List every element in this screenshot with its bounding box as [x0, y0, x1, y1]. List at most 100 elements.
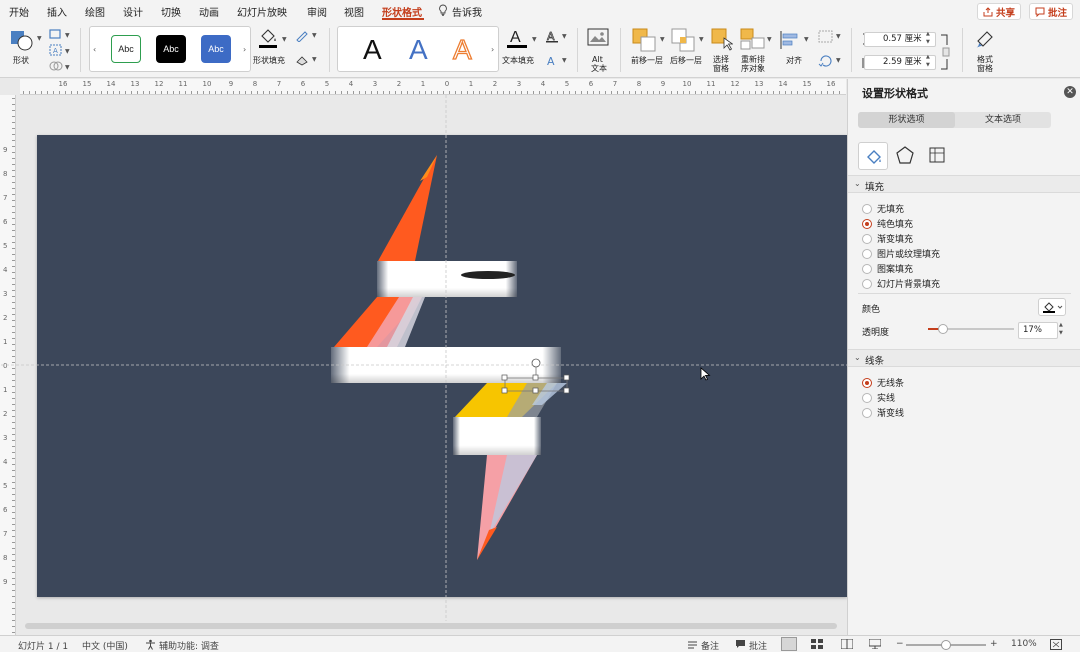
horizontal-scrollbar[interactable]: [25, 623, 837, 629]
align-icon[interactable]: [779, 30, 801, 53]
normal-view-icon[interactable]: [781, 637, 797, 651]
tab-shape-format[interactable]: 形状格式: [382, 4, 422, 19]
radio-button[interactable]: [862, 203, 872, 214]
shape-outline-icon[interactable]: [295, 30, 309, 45]
reorder-objects-icon[interactable]: [740, 28, 766, 55]
chevron-down-icon[interactable]: ▼: [532, 36, 537, 43]
color-picker-button[interactable]: [1038, 298, 1066, 316]
chevron-down-icon[interactable]: ▼: [312, 56, 317, 63]
text-box-icon[interactable]: A: [49, 44, 63, 59]
chevron-down-icon[interactable]: ▼: [312, 32, 317, 39]
stepper-up-icon[interactable]: ▲: [1059, 322, 1063, 328]
chevron-down-icon[interactable]: ▼: [660, 36, 665, 43]
lock-aspect-ratio-icon[interactable]: [940, 32, 950, 75]
stepper-down-icon[interactable]: ▼: [1059, 330, 1063, 336]
fill-section-header[interactable]: ⌄ 填充: [848, 175, 1080, 193]
stepper-up-icon[interactable]: ▲: [926, 31, 930, 37]
text-fill-icon[interactable]: A: [506, 27, 528, 52]
chevron-down-icon[interactable]: ▼: [282, 36, 287, 43]
fill-option-gradient[interactable]: 渐变填充: [862, 232, 913, 245]
format-pane-icon[interactable]: [973, 27, 997, 54]
resize-handle[interactable]: [501, 387, 508, 394]
insert-shape-icon[interactable]: [10, 28, 34, 55]
line-option-solid[interactable]: 实线: [862, 391, 895, 404]
transparency-input[interactable]: 17%: [1018, 322, 1058, 339]
chevron-down-icon[interactable]: ▼: [65, 64, 70, 71]
chevron-down-icon[interactable]: ▼: [804, 36, 809, 43]
zoom-in-button[interactable]: +: [990, 639, 998, 649]
text-outline-icon[interactable]: A: [545, 30, 559, 46]
chevron-left-icon[interactable]: ‹: [93, 45, 96, 54]
zoom-slider-thumb[interactable]: [941, 640, 951, 650]
resize-handle[interactable]: [532, 387, 539, 394]
rotate-icon[interactable]: [818, 54, 834, 71]
shape-style-outline[interactable]: Abc: [111, 35, 141, 63]
wordart-style-orange-outline[interactable]: A: [452, 34, 472, 65]
accessibility-status[interactable]: 辅助功能: 调查: [159, 639, 219, 652]
shape-effects-icon[interactable]: [295, 54, 309, 69]
chevron-down-icon[interactable]: ▼: [65, 32, 70, 39]
tab-animations[interactable]: 动画: [199, 4, 219, 19]
wordart-style-black[interactable]: A: [363, 35, 382, 65]
text-effects-icon[interactable]: A: [545, 54, 559, 70]
fill-option-slide-background[interactable]: 幻灯片背景填充: [862, 277, 940, 290]
radio-button[interactable]: [862, 218, 872, 229]
zoom-out-button[interactable]: −: [896, 639, 904, 649]
stepper-down-icon[interactable]: ▼: [926, 62, 930, 68]
radio-button[interactable]: [862, 263, 872, 274]
fill-option-none[interactable]: 无填充: [862, 202, 904, 215]
send-backward-icon[interactable]: [671, 28, 697, 55]
slideshow-icon[interactable]: [868, 638, 882, 652]
selection-pane-icon[interactable]: [711, 28, 734, 55]
alt-text-icon[interactable]: [587, 28, 611, 53]
bring-forward-icon[interactable]: [632, 28, 658, 55]
size-properties-icon[interactable]: [928, 146, 946, 167]
chevron-right-icon[interactable]: ›: [243, 45, 246, 54]
shape-style-blue[interactable]: Abc: [201, 35, 231, 63]
chevron-down-icon[interactable]: ▼: [65, 48, 70, 55]
radio-button[interactable]: [862, 248, 872, 259]
radio-button[interactable]: [862, 377, 872, 388]
wordart-style-blue[interactable]: A: [409, 35, 428, 65]
slide-sorter-icon[interactable]: [811, 639, 823, 652]
effects-pentagon-icon[interactable]: [896, 146, 914, 167]
chevron-down-icon[interactable]: ▼: [836, 33, 841, 40]
fill-option-picture[interactable]: 图片或纹理填充: [862, 247, 940, 260]
notes-icon[interactable]: [687, 639, 698, 652]
stepper-down-icon[interactable]: ▼: [926, 39, 930, 45]
share-button[interactable]: 共享: [977, 3, 1021, 20]
fill-option-solid[interactable]: 纯色填充: [862, 217, 913, 230]
chevron-down-icon[interactable]: ▼: [767, 36, 772, 43]
resize-handle[interactable]: [563, 387, 570, 394]
chevron-down-icon[interactable]: ▼: [836, 57, 841, 64]
comments-button[interactable]: 批注: [1029, 3, 1073, 20]
radio-button[interactable]: [862, 407, 872, 418]
resize-handle[interactable]: [501, 374, 508, 381]
tab-insert[interactable]: 插入: [47, 4, 67, 19]
language-indicator[interactable]: 中文 (中国): [82, 639, 128, 652]
line-section-header[interactable]: ⌄ 线条: [848, 349, 1080, 367]
zoom-slider[interactable]: [906, 640, 986, 650]
resize-handle[interactable]: [532, 374, 539, 381]
reading-view-icon[interactable]: [840, 638, 854, 652]
comment-icon[interactable]: [735, 639, 746, 652]
merge-shapes-icon[interactable]: [49, 60, 63, 75]
fill-option-pattern[interactable]: 图案填充: [862, 262, 913, 275]
resize-handle[interactable]: [563, 374, 570, 381]
slide[interactable]: [1, 95, 865, 621]
fit-to-window-icon[interactable]: [1050, 639, 1062, 652]
edit-shape-icon[interactable]: [49, 28, 63, 43]
tab-text-options[interactable]: 文本选项: [955, 112, 1051, 128]
rotation-handle-icon[interactable]: [531, 358, 541, 368]
notes-button[interactable]: 备注: [701, 639, 719, 652]
tab-transitions[interactable]: 切换: [161, 4, 181, 19]
close-icon[interactable]: ✕: [1064, 86, 1076, 98]
stepper-up-icon[interactable]: ▲: [926, 54, 930, 60]
radio-button[interactable]: [862, 278, 872, 289]
chevron-right-icon[interactable]: ›: [491, 45, 494, 54]
chevron-down-icon[interactable]: ▼: [699, 36, 704, 43]
accessibility-icon[interactable]: [145, 639, 156, 652]
radio-button[interactable]: [862, 392, 872, 403]
tab-slideshow[interactable]: 幻灯片放映: [237, 4, 287, 19]
transparency-slider-thumb[interactable]: [937, 324, 948, 334]
